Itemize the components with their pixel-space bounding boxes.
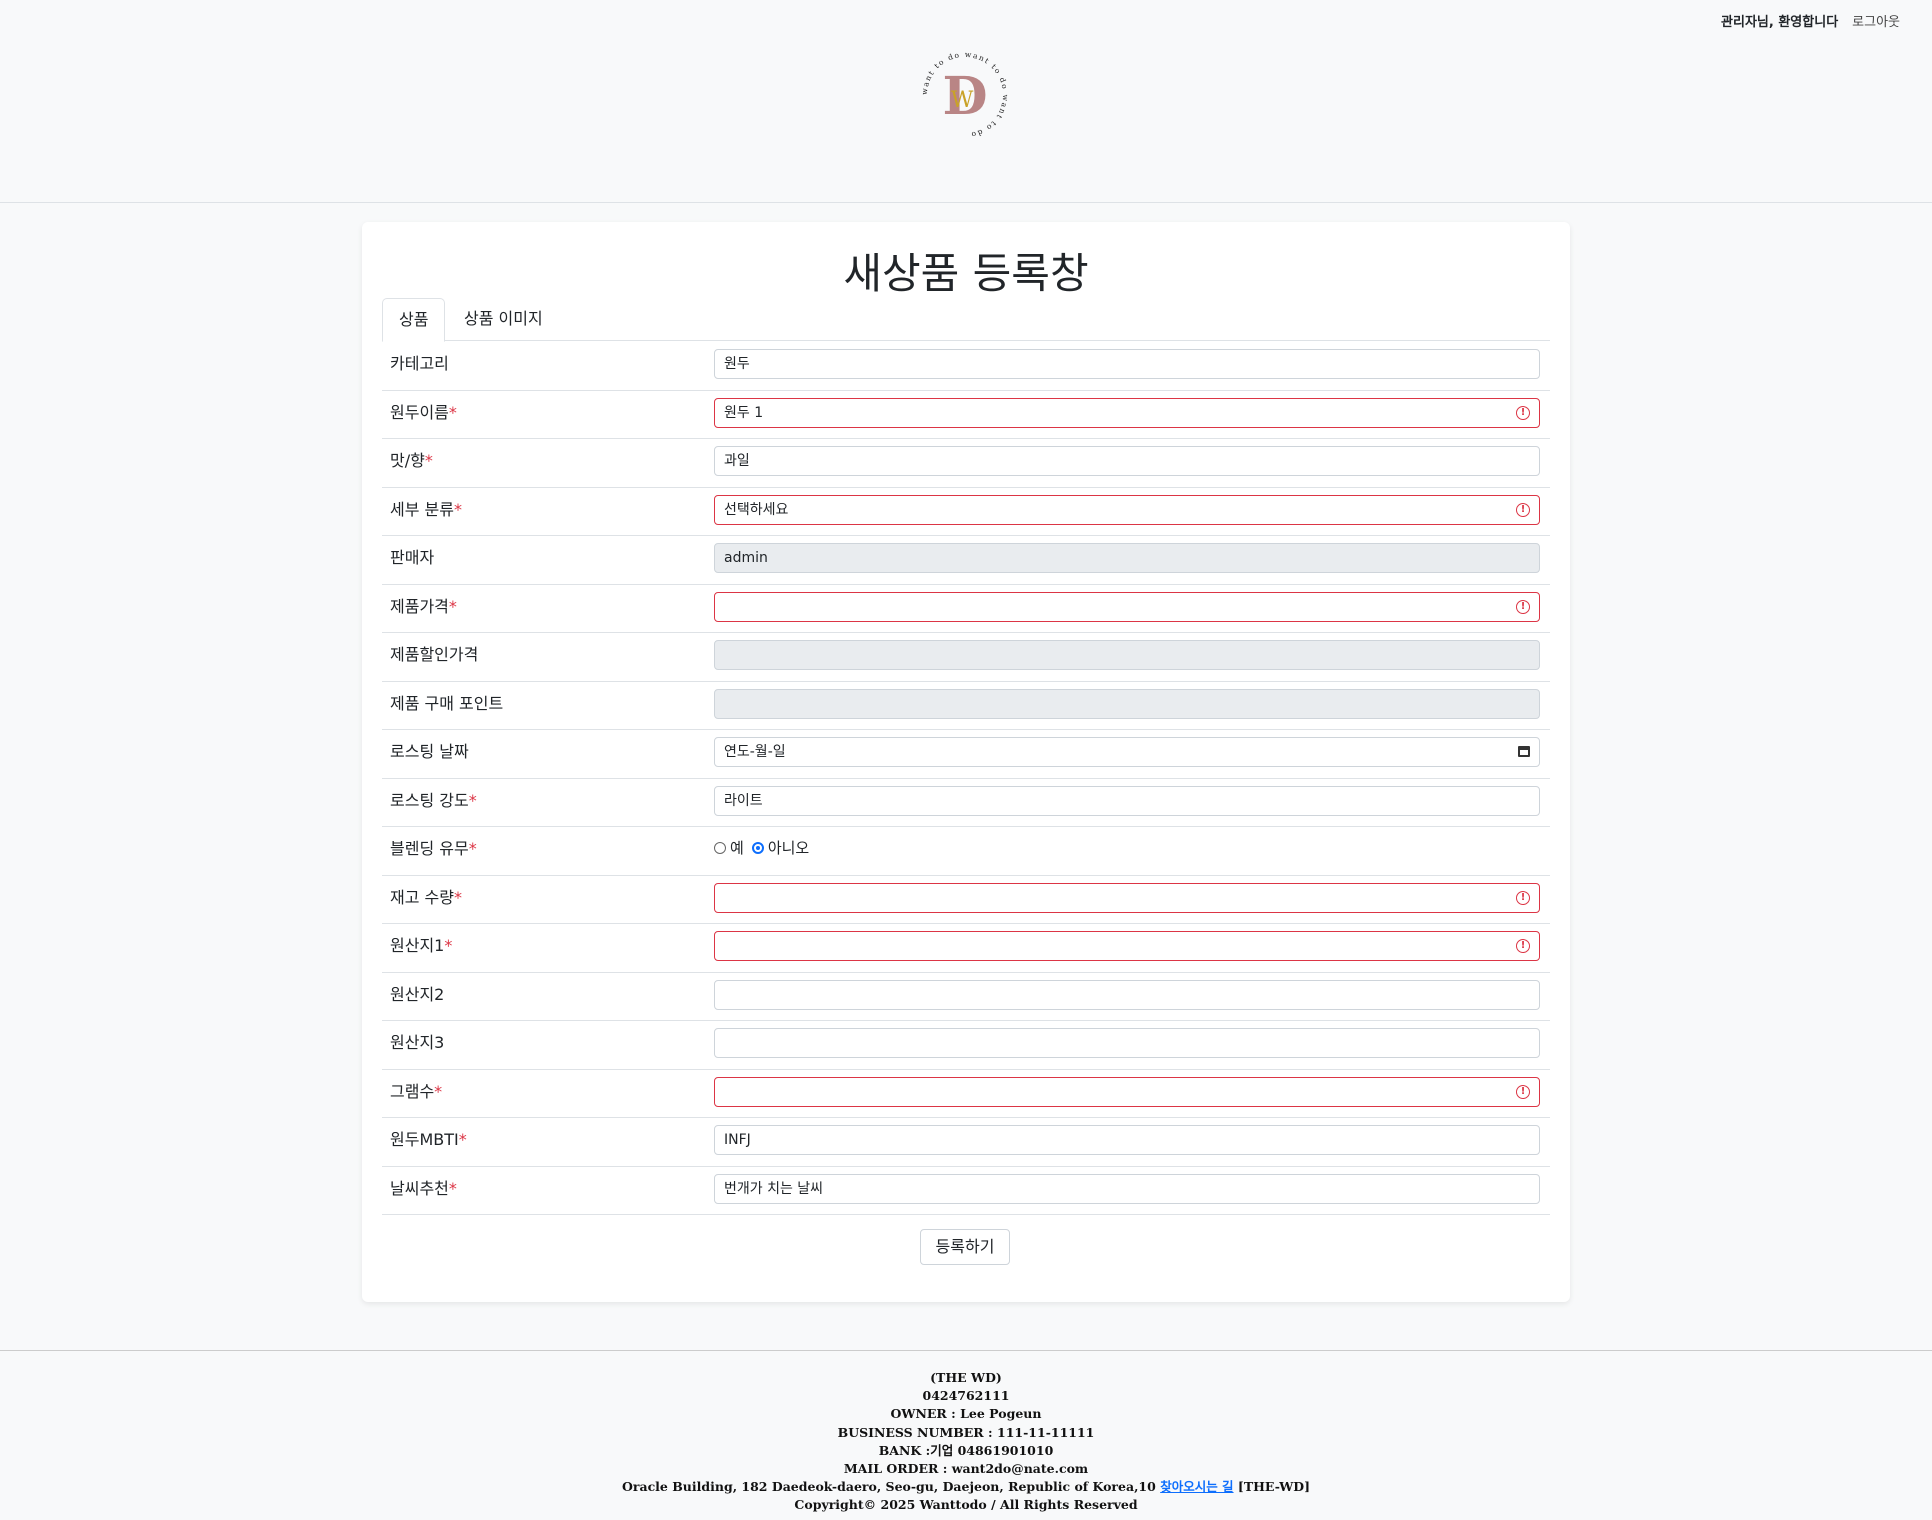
form-row-bean-name: 원두이름* 원두 1!	[382, 391, 1550, 439]
welcome-text: 관리자님, 환영합니다	[1721, 15, 1839, 30]
error-icon: !	[1516, 599, 1530, 614]
blending-no-label: 아니오	[767, 839, 810, 857]
footer-copyright: Copyright© 2025 Wanttodo / All Rights Re…	[794, 1497, 1138, 1513]
footer-address-suffix: [THE-WD]	[1237, 1479, 1310, 1495]
footer-bank: BANK :기업 04861901010	[878, 1442, 1054, 1458]
product-form-card: 새상품 등록창 상품 상품 이미지 카테고리 원두 원두이름* 원두 1! 맛/…	[362, 222, 1570, 1302]
footer-company: (THE WD)	[930, 1370, 1002, 1385]
origin3-input[interactable]	[714, 1028, 1540, 1058]
roasting-level-label: 로스팅 강도*	[390, 790, 477, 810]
error-icon: !	[1516, 405, 1530, 420]
origin1-label: 원산지1*	[390, 936, 453, 955]
weather-label: 날씨추천*	[390, 1178, 457, 1198]
stock-label: 재고 수량*	[390, 887, 462, 907]
directions-link[interactable]: 찾아오시는 길	[1160, 1479, 1233, 1494]
origin3-label: 원산지3	[390, 1033, 445, 1052]
error-icon: !	[1516, 939, 1530, 953]
error-icon: !	[1516, 1084, 1530, 1099]
site-header: 관리자님, 환영합니다 로그아웃 want to do want to do w…	[0, 0, 1932, 203]
form-row-origin2: 원산지2	[382, 973, 1550, 1021]
form-row-points: 제품 구매 포인트	[382, 682, 1550, 730]
logo-letter-w: W	[951, 88, 974, 113]
form-row-origin3: 원산지3	[382, 1021, 1550, 1070]
error-icon: !	[1516, 502, 1530, 517]
roasting-level-select[interactable]: 라이트	[714, 785, 1540, 816]
form-row-seller: 판매자 admin	[382, 536, 1550, 585]
blending-yes-label: 예	[730, 839, 744, 857]
category-label: 카테고리	[390, 354, 449, 373]
footer-mail: MAIL ORDER : want2do@nate.com	[843, 1461, 1089, 1477]
roasting-date-input[interactable]: 연도-월-일	[714, 737, 1540, 767]
discount-price-label: 제품할인가격	[390, 645, 479, 664]
site-footer: (THE WD) 0424762111 OWNER : Lee Pogeun B…	[0, 1350, 1932, 1520]
seller-input: admin	[714, 543, 1540, 573]
subcategory-label: 세부 분류*	[390, 499, 462, 519]
logout-link[interactable]: 로그아웃	[1852, 11, 1900, 30]
submit-button[interactable]: 등록하기	[920, 1229, 1010, 1265]
stock-input[interactable]: !	[714, 882, 1540, 913]
flavor-label: 맛/향*	[390, 451, 433, 470]
form-row-price: 제품가격* !	[382, 585, 1550, 633]
form-row-roasting-level: 로스팅 강도* 라이트	[382, 779, 1550, 827]
form-row-discount-price: 제품할인가격	[382, 633, 1550, 682]
weather-select[interactable]: 번개가 치는 날씨	[714, 1173, 1540, 1204]
points-label: 제품 구매 포인트	[390, 693, 504, 713]
footer-owner: OWNER : Lee Pogeun	[890, 1406, 1042, 1422]
footer-info: (THE WD) 0424762111 OWNER : Lee Pogeun B…	[0, 1369, 1932, 1515]
origin1-input[interactable]: !	[714, 931, 1540, 961]
tab-product[interactable]: 상품	[382, 298, 446, 342]
origin2-label: 원산지2	[390, 984, 445, 1004]
form-rows: 카테고리 원두 원두이름* 원두 1! 맛/향* 과일 세부 분류* 선택하세요…	[382, 342, 1550, 1215]
form-row-mbti: 원두MBTI* INFJ	[382, 1118, 1550, 1167]
footer-business-number: BUSINESS NUMBER : 111-11-11111	[837, 1424, 1095, 1440]
mbti-label: 원두MBTI*	[390, 1130, 467, 1149]
seller-label: 판매자	[390, 548, 435, 567]
page-title: 새상품 등록창	[843, 249, 1089, 298]
form-row-category: 카테고리 원두	[382, 342, 1550, 391]
roasting-date-label: 로스팅 날짜	[390, 742, 469, 761]
footer-phone: 0424762111	[922, 1388, 1010, 1404]
form-row-blending: 블렌딩 유무* 예 아니오	[382, 827, 1550, 876]
blending-label: 블렌딩 유무*	[390, 839, 477, 858]
grams-label: 그램수*	[390, 1081, 443, 1101]
form-row-origin1: 원산지1* !	[382, 924, 1550, 973]
blending-radio-group: 예 아니오	[714, 837, 809, 858]
blending-no-radio[interactable]	[751, 841, 764, 854]
mbti-select[interactable]: INFJ	[714, 1125, 1540, 1155]
form-row-roasting-date: 로스팅 날짜 연도-월-일	[382, 730, 1550, 779]
flavor-select[interactable]: 과일	[714, 446, 1540, 476]
footer-address: Oracle Building, 182 Daedeok-daero, Seo-…	[622, 1479, 1156, 1495]
discount-price-input	[714, 640, 1540, 670]
price-input[interactable]: !	[714, 591, 1540, 622]
form-row-weather: 날씨추천* 번개가 치는 날씨	[382, 1167, 1550, 1215]
points-input	[714, 688, 1540, 719]
form-row-flavor: 맛/향* 과일	[382, 439, 1550, 488]
subcategory-select[interactable]: 선택하세요!	[714, 494, 1540, 525]
form-row-stock: 재고 수량* !	[382, 876, 1550, 924]
price-label: 제품가격*	[390, 596, 457, 616]
error-icon: !	[1516, 890, 1530, 905]
form-row-grams: 그램수* !	[382, 1070, 1550, 1118]
form-tabs: 상품 상품 이미지	[382, 298, 1550, 342]
wd-logo[interactable]: want to do want to do want to do D W	[910, 50, 1020, 140]
tab-product-image[interactable]: 상품 이미지	[448, 298, 559, 340]
footer-address-line: Oracle Building, 182 Daedeok-daero, Seo-…	[0, 1478, 1932, 1496]
category-select[interactable]: 원두	[714, 349, 1540, 379]
form-row-subcategory: 세부 분류* 선택하세요!	[382, 488, 1550, 536]
calendar-icon[interactable]	[1518, 746, 1530, 757]
blending-yes-radio[interactable]	[714, 841, 726, 854]
origin2-input[interactable]	[714, 979, 1540, 1010]
bean-name-input[interactable]: 원두 1!	[714, 397, 1540, 428]
grams-input[interactable]: !	[714, 1076, 1540, 1107]
bean-name-label: 원두이름*	[390, 402, 457, 422]
top-nav: 관리자님, 환영합니다 로그아웃	[1721, 11, 1900, 30]
